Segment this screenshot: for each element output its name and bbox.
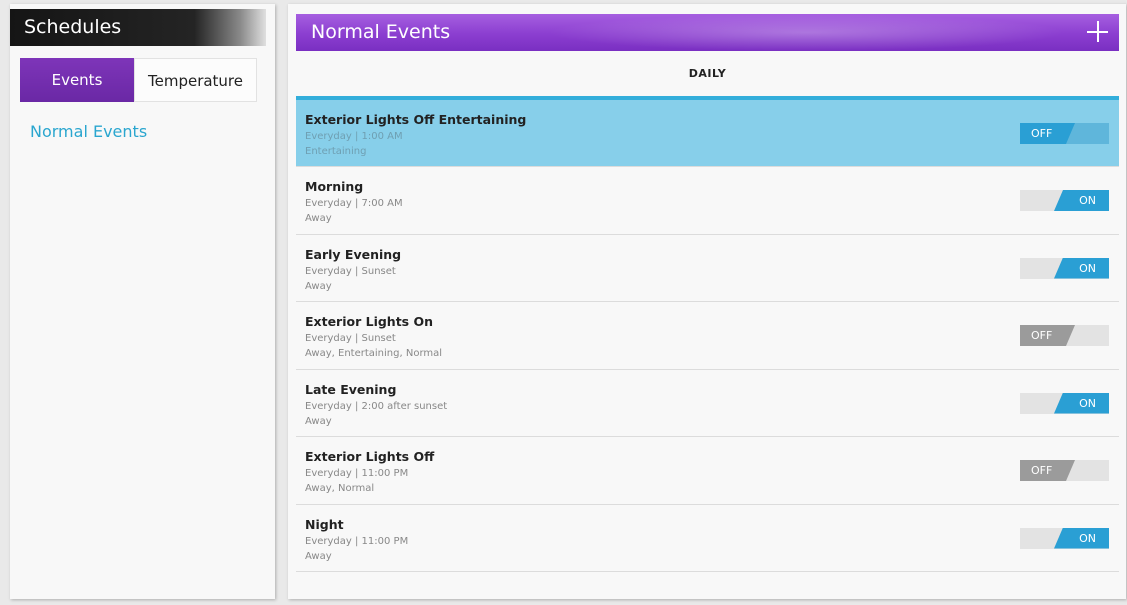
sidebar-item-normal-events[interactable]: Normal Events xyxy=(30,122,147,141)
event-list: Exterior Lights Off Entertaining Everyda… xyxy=(296,100,1119,572)
event-title: Exterior Lights Off xyxy=(305,449,435,464)
event-modes: Away xyxy=(305,280,332,292)
event-modes: Away xyxy=(305,213,332,224)
event-modes: Away xyxy=(305,550,332,562)
event-title: Exterior Lights On xyxy=(305,314,433,329)
event-schedule: Everyday | 1:00 AM xyxy=(305,131,403,142)
toggle-label: ON xyxy=(1054,527,1109,549)
tab-temperature[interactable]: Temperature xyxy=(134,58,257,102)
event-title: Morning xyxy=(305,179,364,194)
toggle-label: OFF xyxy=(1020,325,1075,346)
event-row[interactable]: Exterior Lights On Everyday | Sunset Awa… xyxy=(296,302,1119,370)
header-glow xyxy=(546,14,1066,51)
event-toggle[interactable]: OFF xyxy=(1020,123,1109,144)
event-toggle[interactable]: ON xyxy=(1020,257,1109,279)
toggle-label: ON xyxy=(1054,257,1109,279)
event-modes: Away, Normal xyxy=(305,483,375,494)
event-toggle[interactable]: ON xyxy=(1020,392,1109,414)
event-schedule: Everyday | Sunset xyxy=(305,265,396,277)
sidebar-title: Schedules xyxy=(10,9,266,46)
event-title: Night xyxy=(305,516,344,532)
event-title: Exterior Lights Off Entertaining xyxy=(305,112,527,127)
toggle-label: OFF xyxy=(1020,460,1075,481)
section-label-daily: DAILY xyxy=(688,67,727,80)
event-toggle[interactable]: ON xyxy=(1020,190,1109,211)
event-row[interactable]: Night Everyday | 11:00 PM Away ON xyxy=(296,505,1119,572)
event-modes: Away, Entertaining, Normal xyxy=(305,348,443,359)
event-row[interactable]: Exterior Lights Off Everyday | 11:00 PM … xyxy=(296,437,1119,505)
sidebar-tabs: Events Temperature xyxy=(20,58,257,102)
event-row[interactable]: Late Evening Everyday | 2:00 after sunse… xyxy=(296,370,1119,437)
tab-events[interactable]: Events xyxy=(20,58,134,102)
main-header: Normal Events xyxy=(296,14,1119,51)
event-schedule: Everyday | 11:00 PM xyxy=(305,468,409,479)
event-toggle[interactable]: OFF xyxy=(1020,460,1109,481)
event-schedule: Everyday | 11:00 PM xyxy=(305,535,409,547)
event-title: Early Evening xyxy=(305,246,402,262)
event-row[interactable]: Exterior Lights Off Entertaining Everyda… xyxy=(296,100,1119,167)
page-title: Normal Events xyxy=(311,21,451,43)
plus-icon[interactable] xyxy=(1081,14,1111,51)
toggle-label: ON xyxy=(1054,392,1109,414)
event-schedule: Everyday | 7:00 AM xyxy=(305,198,403,209)
event-toggle[interactable]: OFF xyxy=(1020,325,1109,346)
event-toggle[interactable]: ON xyxy=(1020,527,1109,549)
toggle-label: OFF xyxy=(1020,123,1075,144)
event-title: Late Evening xyxy=(305,381,397,397)
event-row[interactable]: Early Evening Everyday | Sunset Away ON xyxy=(296,235,1119,302)
event-row[interactable]: Morning Everyday | 7:00 AM Away ON xyxy=(296,167,1119,235)
event-modes: Entertaining xyxy=(305,146,367,157)
event-modes: Away xyxy=(305,415,332,427)
toggle-label: ON xyxy=(1054,190,1109,211)
event-schedule: Everyday | 2:00 after sunset xyxy=(305,400,448,412)
event-schedule: Everyday | Sunset xyxy=(305,333,396,344)
